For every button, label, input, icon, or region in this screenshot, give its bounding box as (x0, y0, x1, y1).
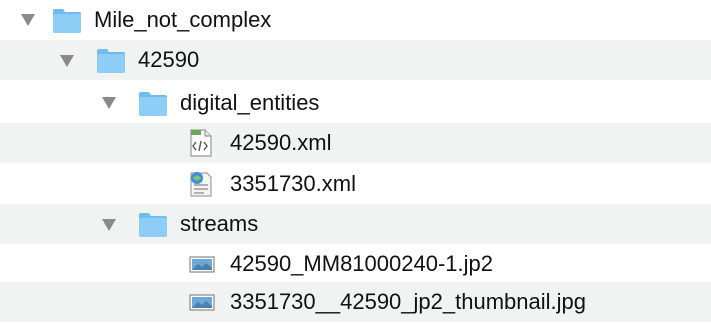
tree-row-streams[interactable]: streams (0, 204, 711, 244)
tree-row-label: 3351730__42590_jp2_thumbnail.jpg (230, 289, 586, 314)
disclosure-triangle-expanded-icon[interactable] (59, 53, 75, 69)
tree-row-3351730-42590-jp2-thumbnail-jpg[interactable]: 3351730__42590_jp2_thumbnail.jpg (0, 282, 711, 322)
tree-row-42590-mm81000240-1-jp2[interactable]: 42590_MM81000240-1.jp2 (0, 244, 711, 284)
tree-row-3351730-xml[interactable]: 3351730.xml (0, 164, 711, 204)
folder-icon (137, 88, 167, 118)
tree-row-label: Mile_not_complex (94, 7, 272, 32)
tree-row-label: 3351730.xml (230, 171, 356, 196)
folder-icon (95, 45, 125, 75)
disclosure-triangle-expanded-icon[interactable] (20, 12, 36, 28)
tree-row-mile-not-complex[interactable]: Mile_not_complex (0, 0, 711, 40)
tree-row-label: 42590_MM81000240-1.jp2 (230, 251, 493, 276)
tree-row-42590[interactable]: 42590 (0, 40, 711, 80)
tree-row-digital-entities[interactable]: digital_entities (0, 83, 711, 123)
disclosure-triangle-expanded-icon[interactable] (101, 217, 117, 233)
xml-file-icon (185, 128, 215, 158)
folder-icon (137, 209, 167, 239)
tree-row-label: streams (180, 211, 259, 236)
tree-row-label: 42590 (138, 47, 200, 72)
tree-row-label: 42590.xml (230, 130, 332, 155)
tree-row-42590-xml[interactable]: 42590.xml (0, 123, 711, 163)
folder-icon (51, 5, 81, 35)
xml-document-icon (185, 169, 215, 199)
disclosure-triangle-expanded-icon[interactable] (101, 95, 117, 111)
file-tree: Mile_not_complex 42590 digital_entities (0, 0, 711, 322)
image-file-icon (187, 287, 217, 317)
image-file-icon (187, 249, 217, 279)
tree-row-label: digital_entities (180, 90, 320, 115)
